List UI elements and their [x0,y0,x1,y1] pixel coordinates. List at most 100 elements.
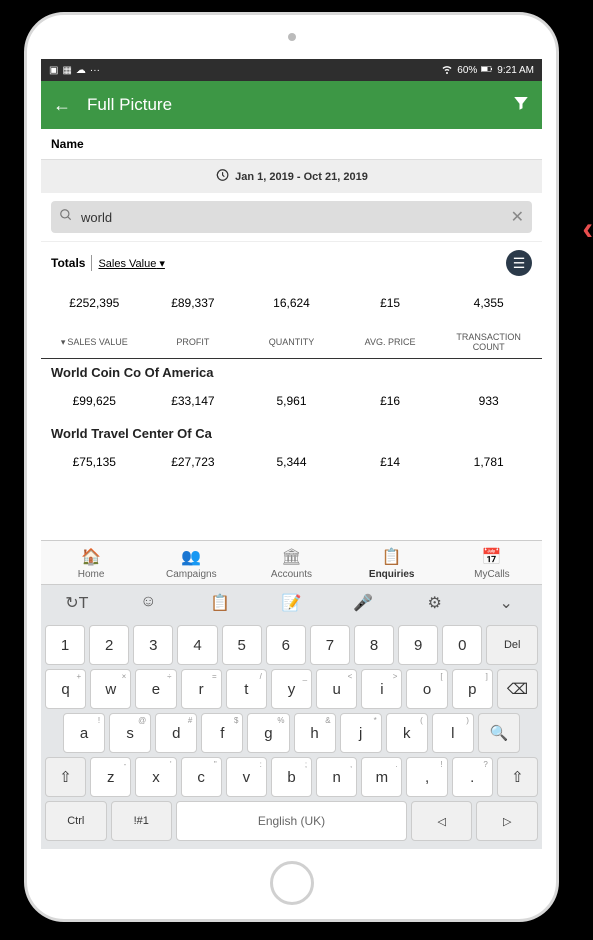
key[interactable]: g% [247,713,289,753]
totals-quantity: 16,624 [242,296,341,310]
key[interactable]: 9 [398,625,438,665]
key[interactable]: p] [452,669,493,709]
key[interactable]: .? [452,757,493,797]
date-range-text: Jan 1, 2019 - Oct 21, 2019 [235,171,368,183]
key[interactable]: o[ [406,669,447,709]
key[interactable]: x' [135,757,176,797]
key[interactable]: ⇧ [45,757,86,797]
kb-tool[interactable]: ↻T [41,593,113,613]
pointer-arrow-icon: ‹ [582,210,593,247]
status-time: 9:21 AM [497,65,534,76]
key[interactable]: i> [361,669,402,709]
key[interactable]: r= [181,669,222,709]
key[interactable]: f$ [201,713,243,753]
search-box[interactable]: ✕ [51,201,532,233]
key[interactable]: u< [316,669,357,709]
date-range-row[interactable]: Jan 1, 2019 - Oct 21, 2019 [41,160,542,193]
tablet-frame: ▣ ▦ ☁ ··· 60% 9:21 AM ← Full Picture [24,12,559,922]
key-right[interactable]: ▷ [476,801,538,841]
key[interactable]: 3 [133,625,173,665]
nav-icon: 👥 [141,547,241,567]
app-bar: ← Full Picture [41,81,542,129]
key-space[interactable]: English (UK) [176,801,407,841]
key[interactable]: 1 [45,625,85,665]
nav-icon: 🏛 [241,547,341,567]
key[interactable]: 8 [354,625,394,665]
key[interactable]: l) [432,713,474,753]
nav-campaigns[interactable]: 👥 Campaigns [141,547,241,580]
key[interactable]: t/ [226,669,267,709]
nav-enquiries[interactable]: 📋Enquiries [342,547,442,580]
col-profit[interactable]: PROFIT [144,332,243,352]
key[interactable]: q+ [45,669,86,709]
nav-mycalls[interactable]: 📅MyCalls [442,547,542,580]
kb-tool[interactable]: ☺ [113,593,185,613]
key[interactable]: 4 [177,625,217,665]
company-name[interactable]: World Travel Center Of Ca [41,420,542,443]
key[interactable]: j* [340,713,382,753]
key[interactable]: y_ [271,669,312,709]
table-row: £75,135£27,7235,344£141,781 [41,443,542,481]
nav-icon: 🏠 [41,547,141,567]
search-input[interactable] [81,210,503,225]
kb-tool[interactable]: 📝 [256,593,328,613]
key[interactable]: 5 [222,625,262,665]
clear-search-button[interactable]: ✕ [511,207,524,227]
search-row: ✕ [41,193,542,241]
key-left[interactable]: ◁ [411,801,473,841]
nav-label: Enquiries [369,569,415,580]
key[interactable]: e÷ [135,669,176,709]
name-label: Name [41,129,542,160]
col-txn-count[interactable]: TRANSACTION COUNT [439,332,538,352]
totals-avg-price: £15 [341,296,440,310]
key[interactable]: b; [271,757,312,797]
col-sales-value[interactable]: ▾ SALES VALUE [45,332,144,352]
key[interactable]: w× [90,669,131,709]
sort-dropdown[interactable]: Sales Value ▾ [98,257,164,270]
key[interactable]: n, [316,757,357,797]
key[interactable]: v: [226,757,267,797]
key[interactable]: 7 [310,625,350,665]
key[interactable]: 0 [442,625,482,665]
key[interactable]: Del [486,625,538,665]
nav-label: Campaigns [166,569,217,580]
key[interactable]: 🔍 [478,713,520,753]
key[interactable]: 2 [89,625,129,665]
menu-button[interactable]: ☰ [506,250,532,276]
col-avg-price[interactable]: AVG. PRICE [341,332,440,352]
notification-icon: ▣ [49,65,58,76]
nav-label: Accounts [271,569,312,580]
key[interactable]: ⌫ [497,669,538,709]
kb-tool[interactable]: ⌄ [470,593,542,613]
key[interactable]: d# [155,713,197,753]
nav-icon: 📅 [442,547,542,567]
bottom-nav: 🏠Home👥 Campaigns 🏛 Accounts 📋Enquiries📅MyCal… [41,540,542,584]
back-button[interactable]: ← [53,95,71,116]
key[interactable]: ,! [406,757,447,797]
key-sym[interactable]: !#1 [111,801,173,841]
key[interactable]: 6 [266,625,306,665]
kb-tool[interactable]: 🎤 [327,593,399,613]
front-camera [288,33,296,41]
key[interactable]: z- [90,757,131,797]
key[interactable]: s@ [109,713,151,753]
filter-icon[interactable] [512,94,530,117]
col-quantity[interactable]: QUANTITY [242,332,341,352]
page-title: Full Picture [87,95,512,115]
key[interactable]: m. [361,757,402,797]
key[interactable]: ⇧ [497,757,538,797]
key[interactable]: k( [386,713,428,753]
company-name[interactable]: World Coin Co Of America [41,359,542,382]
battery-percent: 60% [457,65,477,76]
table-row: £99,625£33,1475,961£16933 [41,382,542,420]
home-button[interactable] [270,861,314,905]
nav-home[interactable]: 🏠Home [41,547,141,580]
nav-accounts[interactable]: 🏛 Accounts [241,547,341,580]
key[interactable]: c" [181,757,222,797]
kb-tool[interactable]: 📋 [184,593,256,613]
key[interactable]: a! [63,713,105,753]
cell: 5,961 [242,394,341,408]
key[interactable]: h& [294,713,336,753]
kb-tool[interactable]: ⚙ [399,593,471,613]
key-ctrl[interactable]: Ctrl [45,801,107,841]
